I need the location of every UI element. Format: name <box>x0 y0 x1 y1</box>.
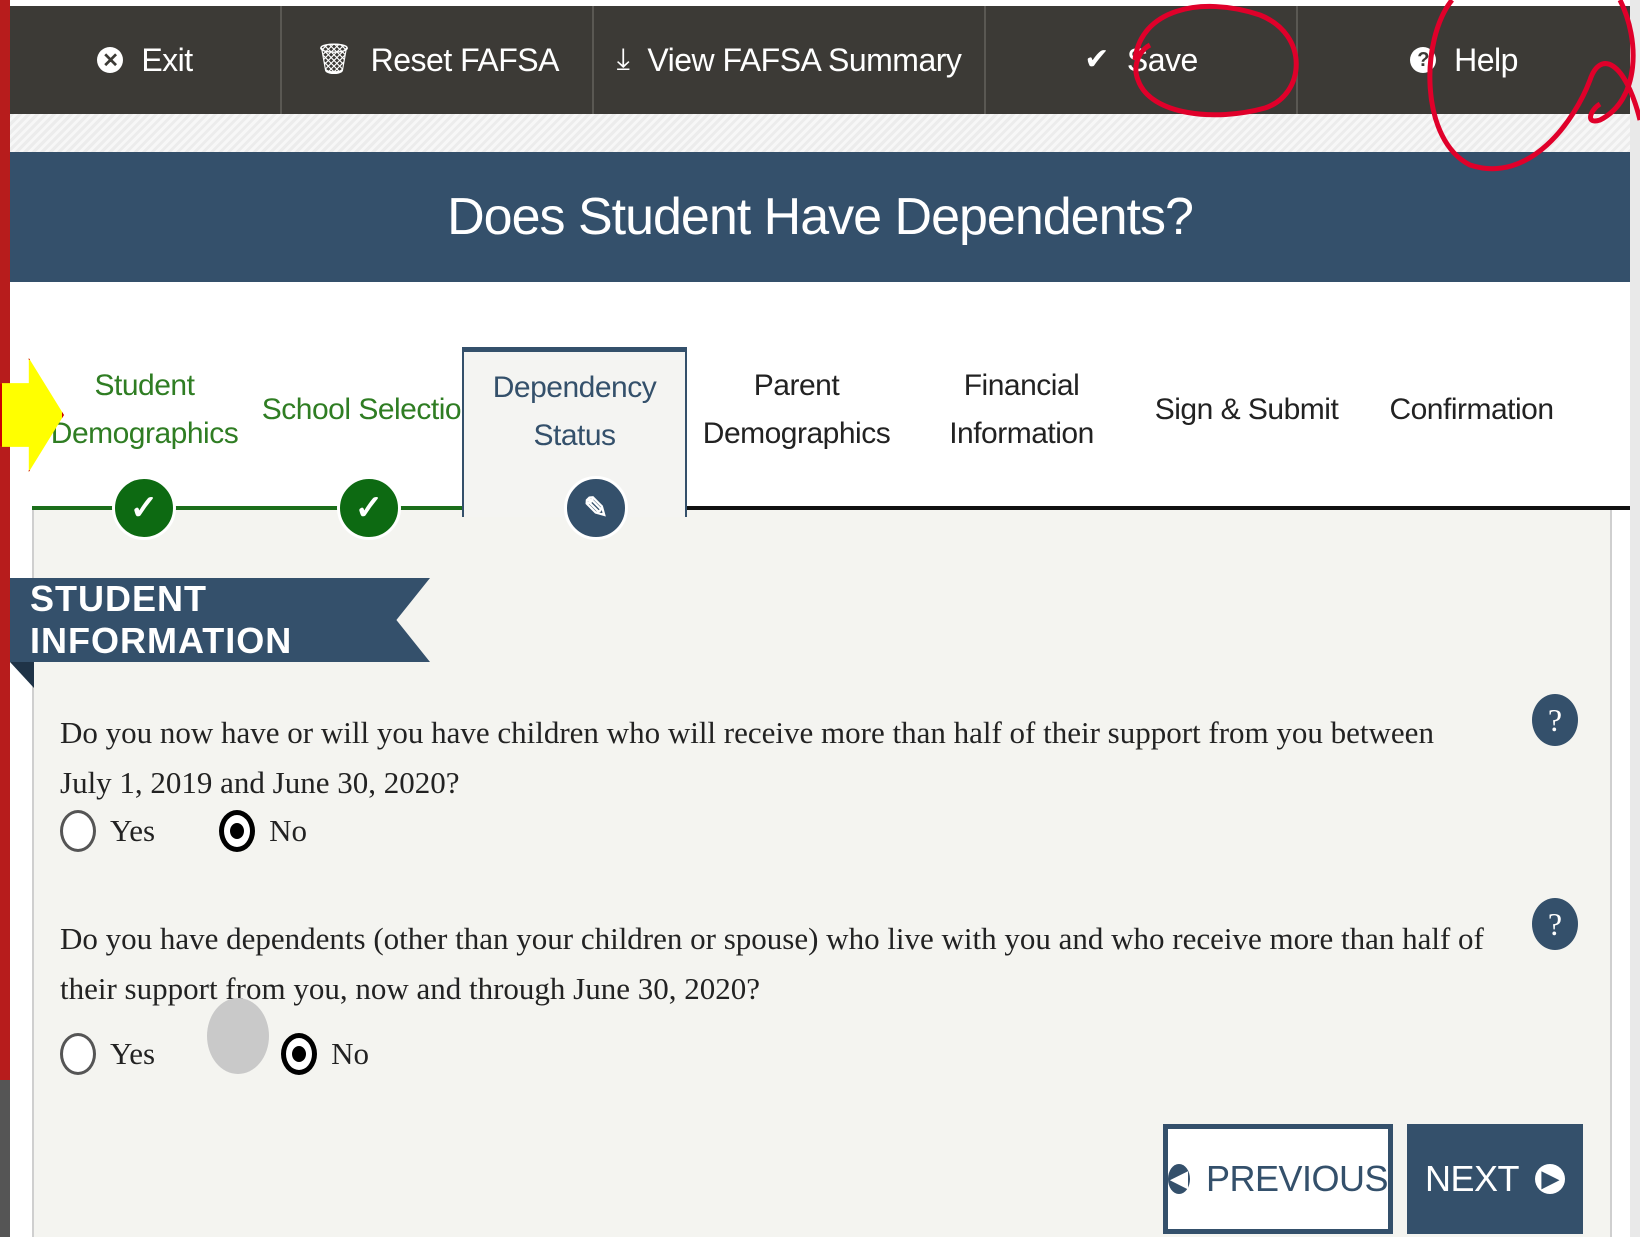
view-summary-button[interactable]: ⤓ View FAFSA Summary <box>594 6 986 114</box>
radio-label-yes: Yes <box>110 813 156 848</box>
step-label: Parent Demographics <box>702 369 891 450</box>
radio-label-no: No <box>331 1036 369 1071</box>
previous-label: PREVIOUS <box>1205 1158 1389 1199</box>
radio-group-other-dependents: Yes No <box>60 998 433 1092</box>
step-label: Financial Information <box>949 369 1094 450</box>
step-financial-information[interactable]: Financial Information <box>909 350 1134 510</box>
radio-label-no: No <box>269 813 307 848</box>
radio-option-yes[interactable]: Yes <box>60 1033 155 1075</box>
radio-button-yes[interactable] <box>60 1033 96 1075</box>
question-help-icon[interactable]: ? <box>1532 898 1578 950</box>
trash-icon: 🗑 <box>315 43 353 76</box>
step-complete-check-icon: ✓ <box>337 476 401 540</box>
arrow-left-icon: ◀ <box>1168 1164 1190 1194</box>
radio-group-children-support: Yes No <box>60 810 371 852</box>
step-complete-check-icon: ✓ <box>112 476 176 540</box>
download-icon: ⤓ <box>616 43 630 76</box>
next-button[interactable]: NEXT ▶ <box>1407 1124 1583 1234</box>
step-label: Confirmation <box>1389 393 1554 426</box>
pencil-icon: ✎ <box>564 476 628 540</box>
section-title-ribbon: STUDENT INFORMATION <box>10 578 430 662</box>
step-sign-submit[interactable]: Sign & Submit <box>1134 350 1359 510</box>
next-label: NEXT <box>1424 1158 1520 1199</box>
question-children-support: Do you now have or will you have childre… <box>60 715 1434 800</box>
exit-label: Exit <box>141 41 193 78</box>
top-toolbar: ✕ Exit 🗑 Reset FAFSA ⤓ View FAFSA Summar… <box>10 6 1630 114</box>
radio-button-no-selected[interactable] <box>219 810 256 852</box>
radio-button-yes[interactable] <box>60 810 96 852</box>
progress-steps: Student Demographics School Selection De… <box>32 347 1630 540</box>
radio-option-no[interactable]: No <box>207 998 369 1092</box>
help-icon: ? <box>1410 47 1437 73</box>
arrow-right-icon: ▶ <box>1535 1164 1565 1194</box>
step-label: School Selection <box>261 393 478 426</box>
step-confirmation[interactable]: Confirmation <box>1359 350 1584 510</box>
radio-option-yes[interactable]: Yes <box>60 810 155 852</box>
ribbon-fold <box>10 662 34 688</box>
radio-button-no-selected[interactable] <box>281 1033 318 1075</box>
radio-label-yes: Yes <box>110 1036 156 1071</box>
exit-icon: ✕ <box>97 47 124 73</box>
radio-option-no[interactable]: No <box>219 810 307 852</box>
save-label: Save <box>1126 41 1198 78</box>
left-edge-bar <box>0 0 10 1237</box>
step-label: Student Demographics <box>50 369 239 450</box>
left-edge-dark <box>0 1080 10 1237</box>
view-summary-label: View FAFSA Summary <box>647 41 962 78</box>
section-title: STUDENT INFORMATION <box>30 578 293 661</box>
step-label: Sign & Submit <box>1154 393 1339 426</box>
reset-fafsa-button[interactable]: 🗑 Reset FAFSA <box>282 6 594 114</box>
page-title-bar: Does Student Have Dependents? <box>10 152 1630 282</box>
question-help-icon[interactable]: ? <box>1532 694 1578 746</box>
reset-fafsa-label: Reset FAFSA <box>370 41 560 78</box>
help-button[interactable]: ? Help <box>1298 6 1630 114</box>
help-label: Help <box>1454 41 1518 78</box>
save-button[interactable]: ✔ Save <box>986 6 1298 114</box>
decorative-stripe <box>10 114 1630 152</box>
step-label: Dependency Status <box>492 371 657 452</box>
focus-halo <box>207 998 270 1074</box>
checkmark-icon: ✔ <box>1084 43 1109 76</box>
question-other-dependents: Do you have dependents (other than your … <box>60 921 1484 1006</box>
previous-button[interactable]: ◀ PREVIOUS <box>1163 1124 1393 1234</box>
page-title: Does Student Have Dependents? <box>447 188 1194 246</box>
step-parent-demographics[interactable]: Parent Demographics <box>684 350 909 510</box>
exit-button[interactable]: ✕ Exit <box>10 6 282 114</box>
fafsa-page: ✕ Exit 🗑 Reset FAFSA ⤓ View FAFSA Summar… <box>10 0 1630 1237</box>
